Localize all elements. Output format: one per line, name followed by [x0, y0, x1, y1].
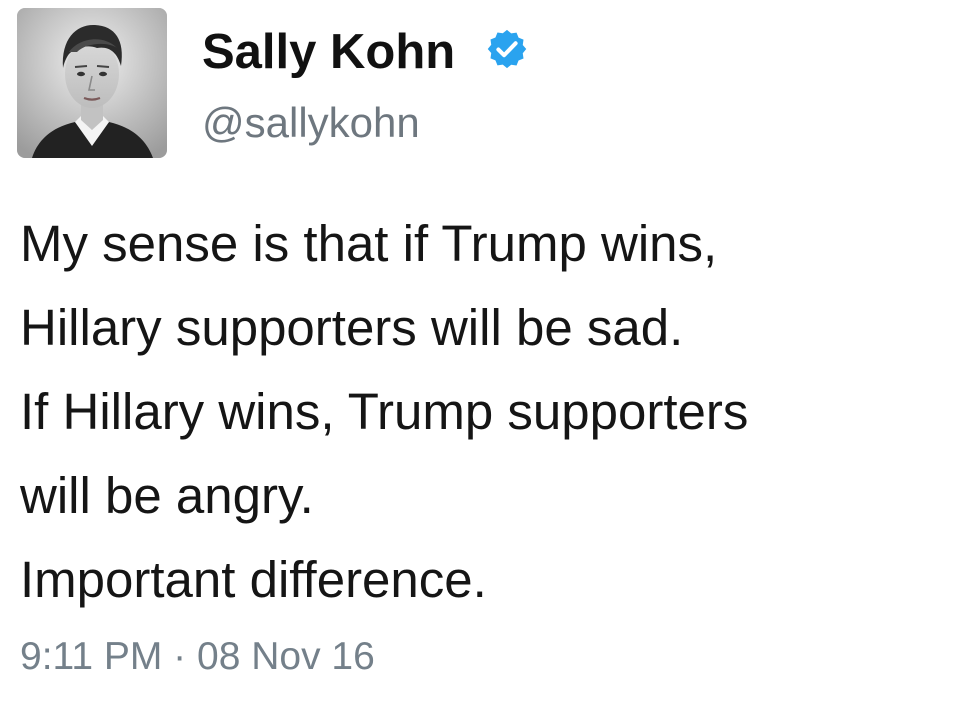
author-avatar[interactable]	[17, 8, 167, 158]
tweet-text-line: My sense is that if Trump wins,	[20, 215, 718, 272]
tweet-card: Sally Kohn @sallykohn My sense is that i…	[0, 0, 980, 703]
tweet-text: My sense is that if Trump wins, Hillary …	[20, 202, 970, 622]
tweet-text-line: Hillary supporters will be sad.	[20, 299, 684, 356]
tweet-timestamp[interactable]: 9:11 PM · 08 Nov 16	[20, 632, 375, 682]
author-handle[interactable]: @sallykohn	[202, 97, 420, 149]
author-display-name[interactable]: Sally Kohn	[202, 22, 455, 82]
tweet-text-line: will be angry.	[20, 467, 314, 524]
verified-badge-icon	[487, 29, 527, 69]
tweet-text-line: Important difference.	[20, 551, 487, 608]
tweet-text-line: If Hillary wins, Trump supporters	[20, 383, 749, 440]
